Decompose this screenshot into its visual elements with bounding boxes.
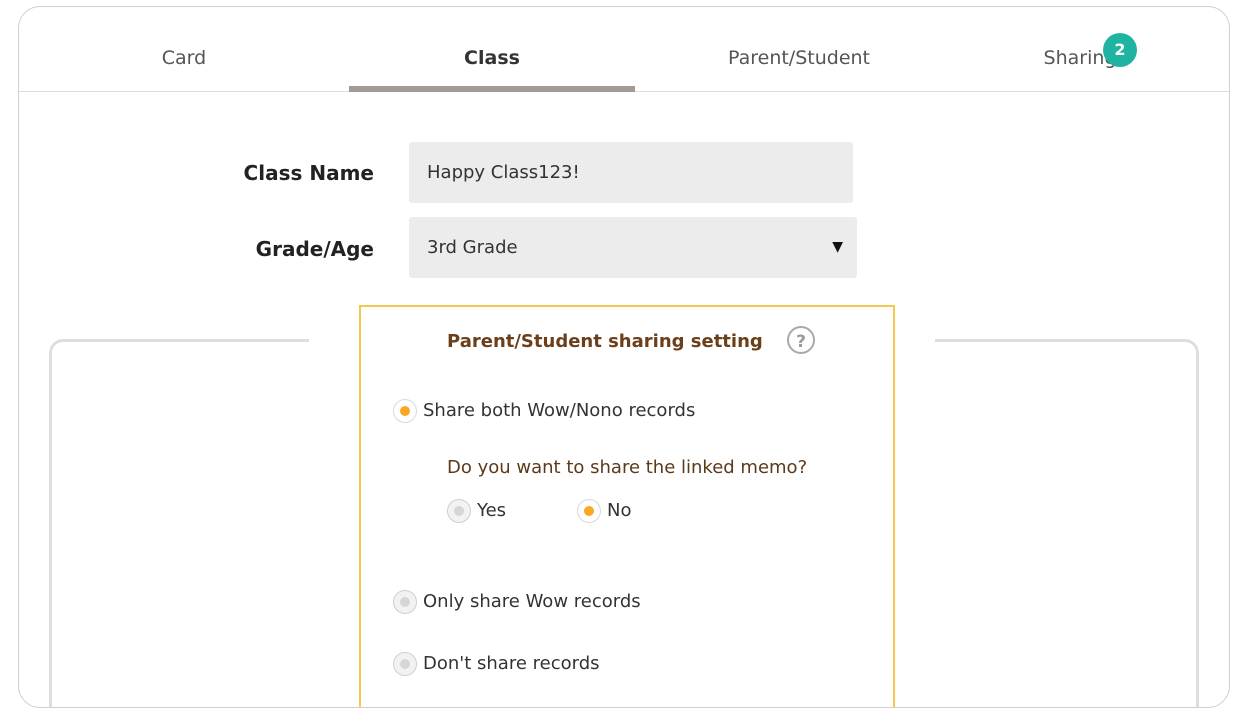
option-only-wow[interactable]: Only share Wow records [393,588,641,616]
radio-dont-share[interactable] [393,652,417,676]
tab-sharing[interactable]: Sharing [995,47,1165,91]
radio-memo-no[interactable] [577,499,601,523]
option-label: Only share Wow records [423,591,641,612]
radio-share-both[interactable] [393,399,417,423]
grade-age-value: 3rd Grade [427,237,518,258]
class-name-label: Class Name [243,161,374,185]
memo-option-yes[interactable]: Yes [447,497,506,525]
tab-label: Parent/Student [727,47,871,69]
class-name-input[interactable]: Happy Class123! [409,142,853,203]
radio-only-wow[interactable] [393,590,417,614]
tab-class[interactable]: Class [407,47,577,91]
active-tab-indicator [349,86,635,92]
grade-age-label: Grade/Age [255,237,374,261]
sharing-setting-panel: Parent/Student sharing setting ? Share b… [359,305,895,707]
option-share-both[interactable]: Share both Wow/Nono records [393,397,695,425]
option-dont-share[interactable]: Don't share records [393,650,600,678]
grade-age-select[interactable]: 3rd Grade ▼ [409,217,857,278]
tab-label: Card [161,47,207,69]
help-icon[interactable]: ? [787,326,815,354]
memo-option-no[interactable]: No [577,497,631,525]
tab-label: Class [464,47,520,69]
tab-card[interactable]: Card [99,47,269,91]
option-label: No [607,500,632,521]
option-label: Yes [477,500,507,521]
tab-bar: Card Class Parent/Student Sharing 2 [19,7,1229,92]
option-label: Share both Wow/Nono records [423,400,696,421]
dropdown-arrow-icon: ▼ [832,239,843,255]
panel-title: Parent/Student sharing setting [447,331,763,352]
option-label: Don't share records [423,653,600,674]
sharing-count-badge: 2 [1103,33,1137,67]
class-settings-window: Card Class Parent/Student Sharing 2 Clas… [18,6,1230,708]
radio-memo-yes[interactable] [447,499,471,523]
memo-question: Do you want to share the linked memo? [447,457,808,478]
tab-parent-student[interactable]: Parent/Student [689,47,909,91]
